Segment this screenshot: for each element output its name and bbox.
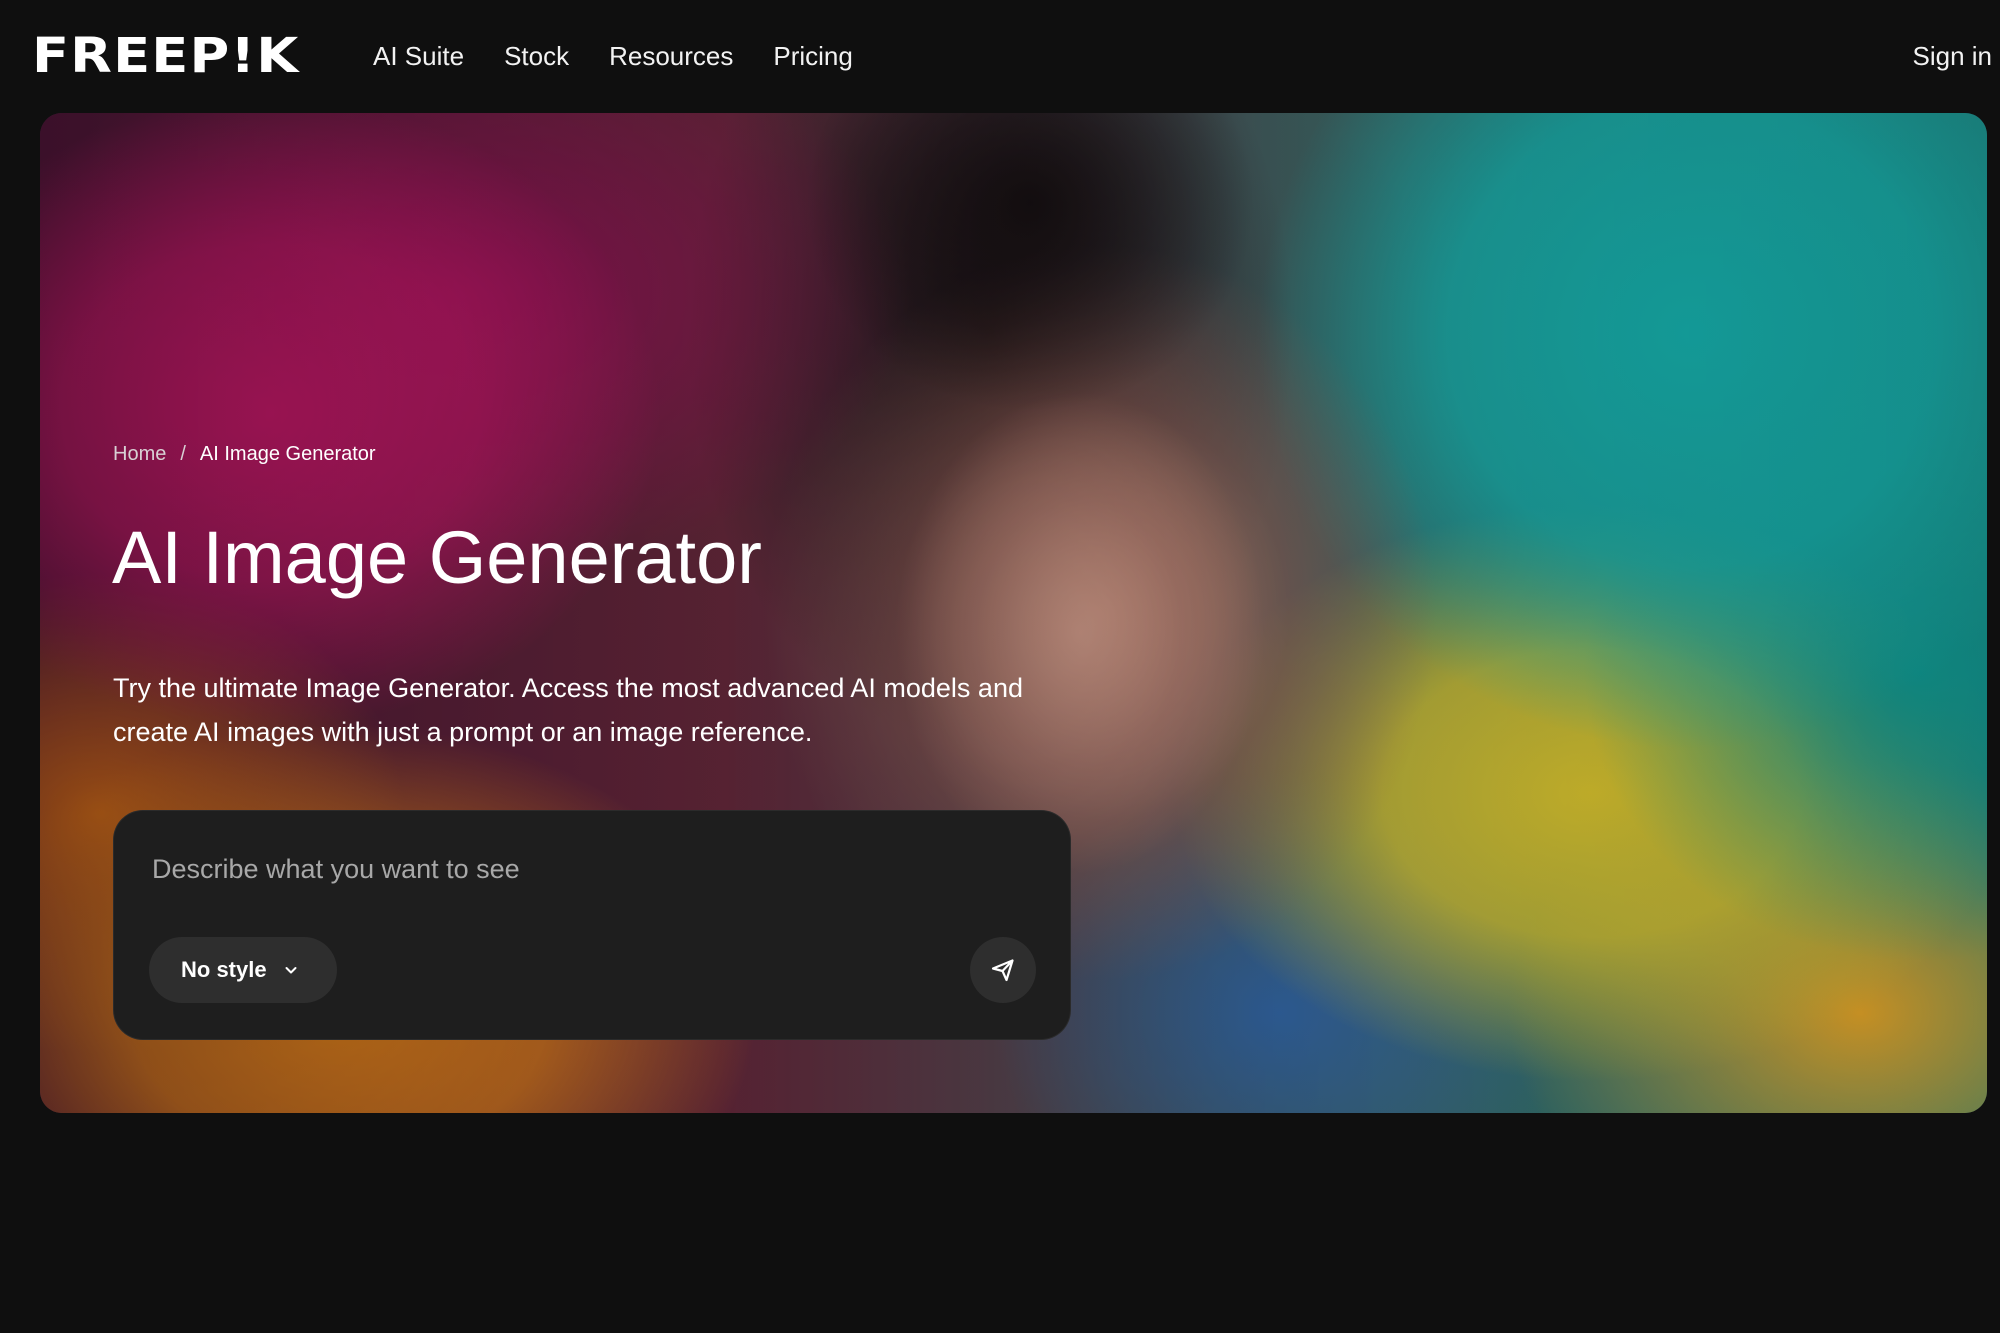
- nav-item-ai-suite[interactable]: AI Suite: [373, 38, 464, 74]
- style-dropdown-label: No style: [181, 957, 267, 982]
- freepik-logo[interactable]: FREEP!K: [32, 30, 299, 82]
- send-icon: [989, 956, 1017, 984]
- main-nav: AI Suite Stock Resources Pricing: [373, 38, 893, 74]
- breadcrumb-separator: /: [180, 443, 186, 465]
- nav-item-stock[interactable]: Stock: [504, 38, 569, 74]
- top-navigation: FREEP!K AI Suite Stock Resources Pricing…: [0, 0, 2000, 112]
- breadcrumb-current: AI Image Generator: [199, 443, 376, 465]
- nav-item-pricing[interactable]: Pricing: [773, 38, 852, 74]
- page-description: Try the ultimate Image Generator. Access…: [113, 673, 1023, 747]
- breadcrumb-home[interactable]: Home: [113, 440, 166, 468]
- chevron-down-icon: [283, 962, 299, 978]
- hero-banner: Home / AI Image Generator AI Image Gener…: [40, 113, 1987, 1113]
- breadcrumb: Home / AI Image Generator: [113, 440, 376, 468]
- prompt-input[interactable]: [150, 847, 1030, 891]
- prompt-box: No style: [113, 810, 1071, 1040]
- nav-item-resources[interactable]: Resources: [609, 38, 733, 74]
- page-title: AI Image Generator: [112, 516, 762, 599]
- generate-send-button[interactable]: [970, 937, 1036, 1003]
- sign-in-link[interactable]: Sign in: [1913, 38, 1993, 74]
- style-dropdown[interactable]: No style: [149, 937, 337, 1003]
